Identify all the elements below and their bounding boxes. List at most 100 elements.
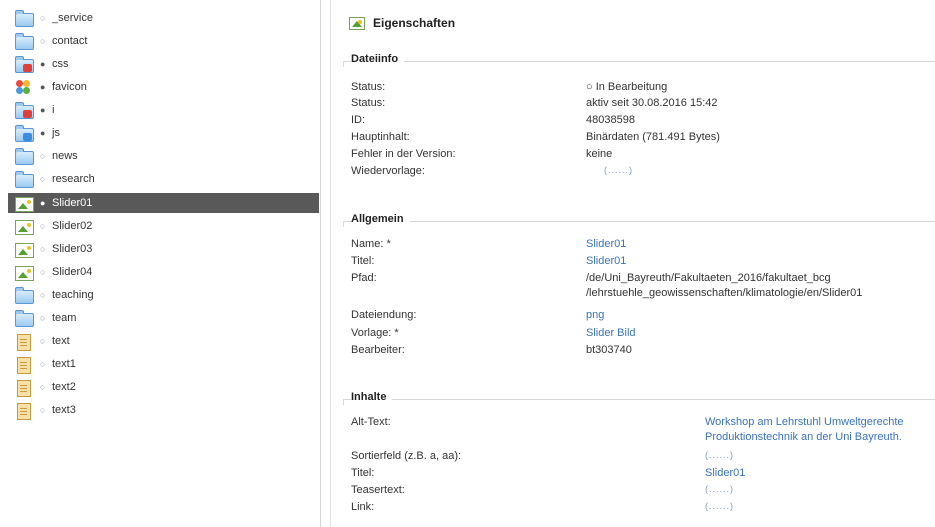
section-inhalte: Inhalte [343,391,935,407]
section-title: Dateiinfo [351,53,405,65]
prop-key: Titel: [351,255,375,267]
tree-item-text[interactable]: ○ text [8,331,318,351]
prop-value-link[interactable]: Slider Bild [586,327,636,339]
tree-item-label: Slider03 [52,243,93,255]
document-icon [14,356,34,374]
prop-key: Sortierfeld (z.B. a, aa): [351,450,462,462]
empty-value-link[interactable]: (......) [705,450,734,460]
tree-item-text3[interactable]: ○ text3 [8,400,318,420]
prop-value: /de/Uni_Bayreuth/Fakultaeten_2016/fakult… [586,272,831,284]
prop-row-inhalte-titel: Titel: Slider01 [351,467,935,481]
tree-item-label: team [52,312,77,324]
file-tree: ○ _service ○ contact ● css ● favicon ● i… [0,0,321,527]
prop-row-hauptinhalt: Hauptinhalt: Binärdaten (781.491 Bytes) [351,131,935,145]
tree-item-team[interactable]: ○ team [8,308,318,328]
prop-value-link-line2[interactable]: Produktionstechnik an der Uni Bayreuth. [705,431,902,443]
tree-item-favicon[interactable]: ● favicon [8,77,318,97]
prop-value: Binärdaten (781.491 Bytes) [586,131,720,143]
status-bullet: ○ [40,13,46,23]
tree-item-label: favicon [52,81,87,93]
prop-key: Status: [351,81,386,93]
prop-row-status: Status: ○ In Bearbeitung [351,81,935,95]
status-bullet: ○ [40,36,46,46]
prop-value-link[interactable]: Slider01 [586,238,626,250]
properties-panel: Eigenschaften Dateiinfo Status: ○ In Bea… [330,0,935,527]
tree-item-news[interactable]: ○ news [8,146,318,166]
folder-sub-icon [14,56,34,73]
status-bullet: ○ [40,313,46,323]
tree-item-slider03[interactable]: ○ Slider03 [8,239,318,259]
prop-key: Status: [351,97,386,109]
tree-item-text2[interactable]: ○ text2 [8,377,318,397]
tree-item-service[interactable]: ○ _service [8,8,318,28]
tree-item-label: text1 [52,358,76,370]
prop-key: Wiedervorlage: [351,165,425,177]
status-bullet: ○ [40,267,46,277]
prop-value-link[interactable]: png [586,309,604,321]
prop-key: Dateiendung: [351,309,417,321]
empty-value-link[interactable]: (......) [705,484,734,494]
section-title: Allgemein [351,213,410,225]
status-bullet: ○ [40,382,46,392]
tree-item-label: research [52,173,95,185]
document-icon [14,333,34,351]
prop-row-vorlage: Vorlage: * Slider Bild [351,327,935,341]
image-icon [14,195,34,212]
prop-row-fehler: Fehler in der Version: keine [351,148,935,162]
status-bullet: ● [40,105,46,115]
tree-item-label: Slider01 [52,197,93,209]
empty-value-link[interactable]: (......) [604,165,633,175]
prop-row-pfad: Pfad: /de/Uni_Bayreuth/Fakultaeten_2016/… [351,272,935,302]
prop-row-titel: Titel: Slider01 [351,255,935,269]
prop-row-sortierfeld: Sortierfeld (z.B. a, aa): (......) [351,450,935,464]
tree-item-slider04[interactable]: ○ Slider04 [8,262,318,282]
tree-item-text1[interactable]: ○ text1 [8,354,318,374]
image-icon [14,218,34,235]
empty-value-link[interactable]: (......) [705,501,734,511]
status-bullet: ○ [40,221,46,231]
image-icon [14,241,34,258]
folder-icon [14,148,34,165]
prop-key: Vorlage: * [351,327,399,339]
folder-icon [14,10,34,27]
prop-value-link[interactable]: Slider01 [705,467,745,479]
folder-icon [14,33,34,50]
tree-item-slider02[interactable]: ○ Slider02 [8,216,318,236]
tree-item-i[interactable]: ● i [8,100,318,120]
tree-item-label: js [52,127,60,139]
tree-item-label: _service [52,12,93,24]
section-dateiinfo: Dateiinfo [343,53,935,69]
tree-item-label: text3 [52,404,76,416]
tree-item-css[interactable]: ● css [8,54,318,74]
tree-item-label: i [52,104,55,116]
section-header: Dateiinfo [343,53,935,69]
panel-title: Eigenschaften [373,16,456,30]
tree-item-label: Slider02 [52,220,93,232]
folder-icon [14,287,34,304]
prop-value-link[interactable]: Workshop am Lehrstuhl Umweltgerechte [705,416,904,428]
prop-key: Titel: [351,467,375,479]
status-bullet: ● [40,128,46,138]
prop-key: Hauptinhalt: [351,131,410,143]
status-bullet: ○ [40,359,46,369]
folder-icon [14,171,34,188]
prop-row-id: ID: 48038598 [351,114,935,128]
prop-row-status-active: Status: aktiv seit 30.08.2016 15:42 [351,97,935,111]
prop-value-line2: /lehrstuehle_geowissenschaften/klimatolo… [586,287,863,299]
tree-item-research[interactable]: ○ research [8,169,318,189]
document-icon [14,379,34,397]
tree-item-teaching[interactable]: ○ teaching [8,285,318,305]
prop-key: Link: [351,501,375,513]
tree-item-label: text [52,335,70,347]
tree-item-contact[interactable]: ○ contact [8,31,318,51]
section-allgemein: Allgemein [343,213,935,229]
prop-value-link[interactable]: Slider01 [586,255,626,267]
prop-row-bearbeiter: Bearbeiter: bt303740 [351,344,935,358]
tree-item-slider01[interactable]: ● Slider01 [8,193,319,213]
prop-row-link: Link: (......) [351,501,935,515]
prop-key: Name: * [351,238,391,250]
prop-value: ○ In Bearbeitung [586,81,668,93]
prop-key: Pfad: [351,272,377,284]
status-bullet: ● [40,198,46,208]
tree-item-js[interactable]: ● js [8,123,318,143]
